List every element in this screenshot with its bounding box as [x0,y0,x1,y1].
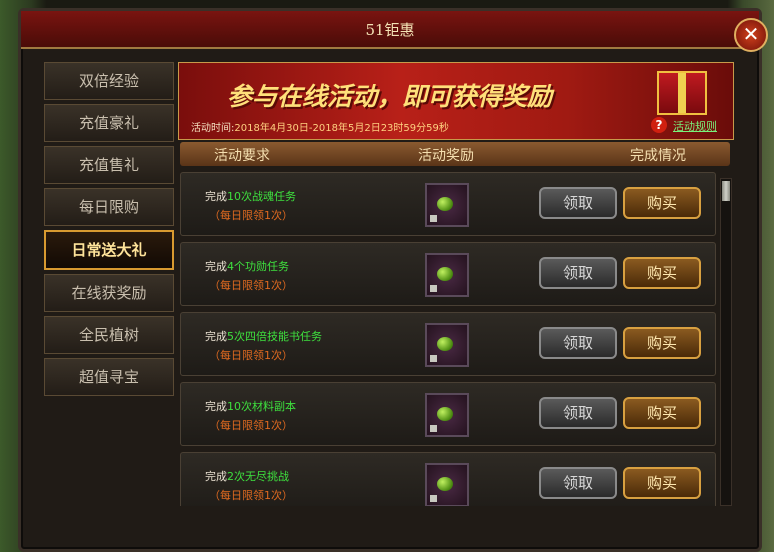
lock-icon [430,285,437,292]
task-row: 完成10次材料副本 （每日限领1次） 领取 购买 [180,382,716,446]
task-limit: （每日限领1次） [209,349,293,362]
buy-button[interactable]: 购买 [623,397,701,429]
task-requirement: 完成4个功勋任务 [205,260,289,273]
event-time: 活动时间:2018年4月30日-2018年5月2日23时59分59秒 [191,119,449,134]
task-limit: （每日限领1次） [209,209,293,222]
sidebar-item-online-reward[interactable]: 在线获奖励 [44,274,174,312]
header-requirement: 活动要求 [214,148,270,164]
claim-button[interactable]: 领取 [539,257,617,289]
claim-button[interactable]: 领取 [539,397,617,429]
event-time-label: 活动时间: [191,123,235,134]
task-list: 完成10次战魂任务 （每日限领1次） 领取 购买 完成4个功勋任务 （每日限领1… [180,172,718,506]
sidebar-item-treasure-hunt[interactable]: 超值寻宝 [44,358,174,396]
claim-button[interactable]: 领取 [539,187,617,219]
gift-box-icon [657,71,707,115]
claim-button[interactable]: 领取 [539,327,617,359]
event-banner: 参与在线活动，即可获得奖励 活动时间:2018年4月30日-2018年5月2日2… [178,62,734,140]
reward-item-icon[interactable] [425,393,469,437]
sidebar-item-double-exp[interactable]: 双倍经验 [44,62,174,100]
claim-button[interactable]: 领取 [539,467,617,499]
task-requirement: 完成10次战魂任务 [205,190,296,203]
task-limit: （每日限领1次） [209,279,293,292]
buy-button[interactable]: 购买 [623,187,701,219]
scrollbar[interactable] [720,178,732,506]
header-reward: 活动奖励 [418,148,474,164]
buy-button[interactable]: 购买 [623,327,701,359]
event-time-value: 2018年4月30日-2018年5月2日23时59分59秒 [234,123,449,134]
buy-button[interactable]: 购买 [623,467,701,499]
rules-link[interactable]: 活动规则 [673,118,717,134]
reward-item-icon[interactable] [425,253,469,297]
header-status: 完成情况 [630,148,686,164]
window-title: 51钜惠 [365,21,415,39]
sidebar-item-tree-planting[interactable]: 全民植树 [44,316,174,354]
task-row: 完成5次四倍技能书任务 （每日限领1次） 领取 购买 [180,312,716,376]
sidebar-item-daily-gift[interactable]: 日常送大礼 [44,230,174,270]
task-limit: （每日限领1次） [209,419,293,432]
task-requirement: 完成5次四倍技能书任务 [205,330,322,343]
sidebar-item-daily-limited[interactable]: 每日限购 [44,188,174,226]
sidebar: 双倍经验 充值豪礼 充值售礼 每日限购 日常送大礼 在线获奖励 全民植树 超值寻… [44,62,174,400]
task-requirement: 完成10次材料副本 [205,400,296,413]
reward-item-icon[interactable] [425,183,469,227]
help-icon[interactable]: ? [651,117,667,133]
sidebar-item-recharge-gift[interactable]: 充值豪礼 [44,104,174,142]
task-limit: （每日限领1次） [209,489,293,502]
reward-item-icon[interactable] [425,323,469,367]
table-header: 活动要求 活动奖励 完成情况 [180,142,730,166]
title-bar: 51钜惠 [21,11,759,49]
reward-item-icon[interactable] [425,463,469,506]
task-row: 完成4个功勋任务 （每日限领1次） 领取 购买 [180,242,716,306]
task-requirement: 完成2次无尽挑战 [205,470,289,483]
lock-icon [430,425,437,432]
task-row: 完成10次战魂任务 （每日限领1次） 领取 购买 [180,172,716,236]
lock-icon [430,355,437,362]
scrollbar-thumb[interactable] [722,181,730,201]
lock-icon [430,495,437,502]
sidebar-item-recharge-sale[interactable]: 充值售礼 [44,146,174,184]
close-button[interactable]: ✕ [734,18,768,52]
lock-icon [430,215,437,222]
task-row: 完成2次无尽挑战 （每日限领1次） 领取 购买 [180,452,716,506]
buy-button[interactable]: 购买 [623,257,701,289]
banner-headline: 参与在线活动，即可获得奖励 [227,82,553,111]
